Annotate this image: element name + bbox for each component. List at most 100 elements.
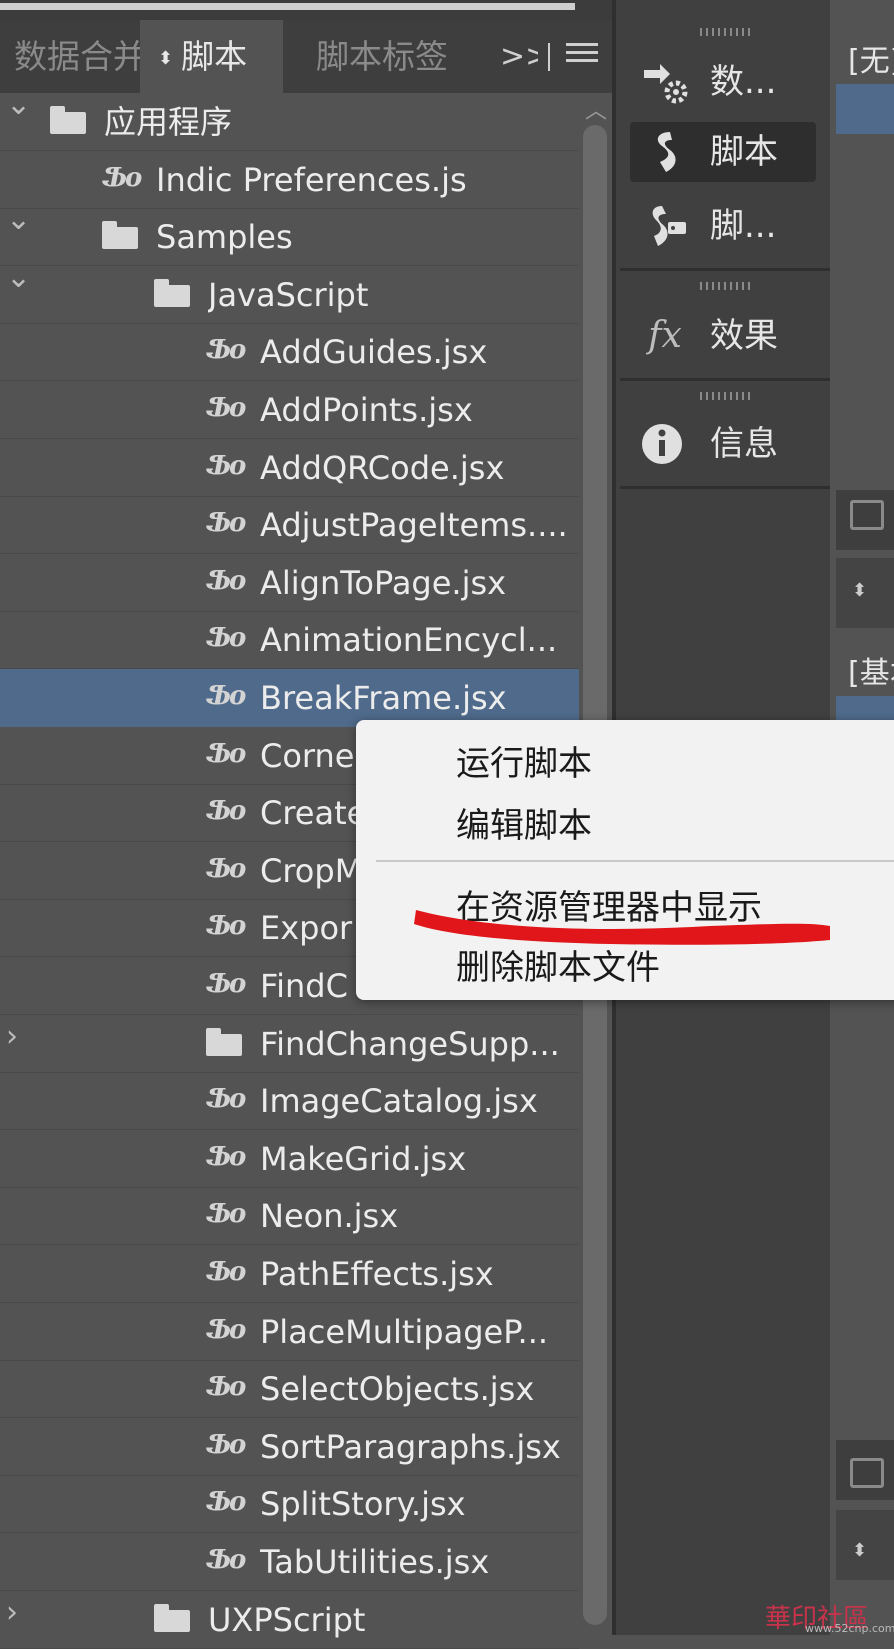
tree-item-label: AddGuides.jsx xyxy=(260,333,488,372)
tree-script-row[interactable]: Ֆo AlignToPage.jsx xyxy=(0,554,579,612)
chevron-down-icon[interactable]: ⌄ xyxy=(6,260,31,295)
chevron-down-icon[interactable]: ⌄ xyxy=(6,87,31,122)
tab-data-merge[interactable]: 数据合并 xyxy=(14,20,140,93)
tree-script-row[interactable]: Ֆo AddQRCode.jsx xyxy=(0,439,579,497)
annotation-underline xyxy=(414,910,830,945)
style-basic[interactable]: [基本 xyxy=(848,648,894,692)
updown-icon[interactable]: ⬍ xyxy=(852,1540,867,1561)
scroll-up-icon[interactable]: ︿ xyxy=(583,93,609,125)
menu-run-script[interactable]: 运行脚本 xyxy=(456,736,592,785)
tree-script-row[interactable]: Ֆo SplitStory.jsx xyxy=(0,1475,579,1534)
dock-grip[interactable] xyxy=(700,282,750,290)
tree-folder-row[interactable]: › FindChangeSupp... xyxy=(0,1015,579,1073)
watermark-url: www.52cnp.com xyxy=(805,1622,894,1635)
more-tabs-button[interactable]: >> xyxy=(500,20,538,93)
new-item-icon[interactable] xyxy=(850,1458,884,1488)
panel-drag-bar[interactable] xyxy=(0,3,575,10)
script-file-icon: Ֆo xyxy=(206,1199,246,1230)
tree-item-label: 应用程序 xyxy=(104,103,233,141)
selected-swatch-row[interactable] xyxy=(836,84,894,134)
tree-item-label: BreakFrame.jsx xyxy=(260,679,507,717)
tree-item-label: PathEffects.jsx xyxy=(260,1255,494,1293)
tree-script-row[interactable]: Ֆo TabUtilities.jsx xyxy=(0,1533,579,1591)
dock-grip[interactable] xyxy=(700,392,750,400)
script-file-icon: Ֆo xyxy=(206,1487,246,1518)
tree-script-row[interactable]: Ֆo MakeGrid.jsx xyxy=(0,1130,579,1188)
tree-script-row[interactable]: Ֆo PathEffects.jsx xyxy=(0,1245,579,1303)
dock-item-data-merge[interactable]: 数... xyxy=(630,52,816,112)
dock-item-script-label[interactable]: 脚... xyxy=(630,196,816,256)
new-item-icon[interactable] xyxy=(850,500,884,530)
updown-icon[interactable]: ⬍ xyxy=(852,580,867,601)
tree-item-label: AnimationEncycl... xyxy=(260,621,558,660)
dock-item-info[interactable]: 信息 xyxy=(630,414,816,474)
tree-script-row[interactable]: Ֆo Neon.jsx xyxy=(0,1187,579,1246)
script-label-icon xyxy=(640,202,690,250)
script-file-icon: Ֆo xyxy=(206,393,246,423)
script-file-icon: Ֆo xyxy=(206,1141,246,1172)
tree-folder-row[interactable]: ⌄ JavaScript xyxy=(0,260,579,324)
panel-menu-icon[interactable] xyxy=(566,38,598,74)
tree-script-row[interactable]: Ֆo SortParagraphs.jsx xyxy=(0,1418,579,1476)
script-file-icon: Ֆo xyxy=(206,738,246,769)
tree-script-row[interactable]: Ֆo AdjustPageItems.... xyxy=(0,496,579,555)
dock-label: 信息 xyxy=(710,424,778,464)
tree-script-row[interactable]: Ֆo ImageCatalog.jsx xyxy=(0,1072,579,1131)
script-file-icon: Ֆo xyxy=(206,1257,246,1287)
tree-item-label: AlignToPage.jsx xyxy=(260,563,507,602)
context-menu: 运行脚本 编辑脚本 在资源管理器中显示 删除脚本文件 xyxy=(356,720,894,1000)
tree-script-row[interactable]: Ֆo AddPoints.jsx xyxy=(0,381,579,439)
tree-script-row[interactable]: Ֆo Indic Preferences.js xyxy=(0,151,579,209)
script-file-icon: Ֆo xyxy=(206,969,246,999)
script-file-icon: Ֆo xyxy=(206,623,246,654)
data-merge-icon xyxy=(640,58,690,106)
dock-label: 效果 xyxy=(710,316,778,356)
script-file-icon: Ֆo xyxy=(206,1429,246,1460)
tab-divider xyxy=(548,43,550,71)
script-file-icon: Ֆo xyxy=(206,565,246,596)
tree-folder-row[interactable]: ⌄ 应用程序 xyxy=(0,87,579,151)
tree-script-row[interactable]: Ֆo SelectObjects.jsx xyxy=(0,1360,579,1419)
tree-item-label: MakeGrid.jsx xyxy=(260,1139,467,1178)
dock-divider xyxy=(620,268,830,271)
dock-item-effects[interactable]: fx 效果 xyxy=(630,306,816,366)
tree-item-label: SelectObjects.jsx xyxy=(260,1370,535,1409)
tree-item-label: PlaceMultipageP... xyxy=(260,1312,549,1351)
fx-icon: fx xyxy=(648,315,682,356)
watermark-logo: 華印社區 www.52cnp.com xyxy=(765,1598,894,1635)
tab-script-label[interactable]: 脚本标签 xyxy=(316,20,446,93)
script-file-icon: Ֆo xyxy=(206,911,246,942)
chevron-right-icon[interactable]: › xyxy=(6,1019,18,1054)
tree-item-label: JavaScript xyxy=(208,275,369,314)
tree-script-row[interactable]: Ֆo AnimationEncycl... xyxy=(0,611,579,670)
chevron-right-icon[interactable]: › xyxy=(6,1595,18,1630)
dock-divider xyxy=(620,486,830,489)
tree-folder-row[interactable]: ⌄ Samples xyxy=(0,202,579,267)
selected-style-row[interactable] xyxy=(836,696,894,722)
updown-icon: ⬍ xyxy=(158,48,174,69)
menu-edit-script[interactable]: 编辑脚本 xyxy=(456,798,592,847)
dock-item-scripts[interactable]: 脚本 xyxy=(630,122,816,182)
script-file-icon: Ֆo xyxy=(206,1545,246,1575)
dock-grip[interactable] xyxy=(700,28,750,36)
info-icon xyxy=(640,420,690,468)
script-file-icon: Ֆo xyxy=(206,853,246,884)
tab-scripts[interactable]: ⬍ 脚本 xyxy=(140,20,283,93)
tree-folder-row[interactable]: › UXPScript xyxy=(0,1591,579,1649)
tree-script-row[interactable]: Ֆo PlaceMultipageP... xyxy=(0,1303,579,1361)
tree-item-label: AdjustPageItems.... xyxy=(260,506,568,545)
tree-item-label: Neon.jsx xyxy=(260,1197,399,1236)
folder-icon xyxy=(154,1603,190,1632)
tree-script-row[interactable]: Ֆo AddGuides.jsx xyxy=(0,323,579,382)
menu-separator xyxy=(376,860,894,862)
swatch-none[interactable]: [无] xyxy=(848,36,894,80)
tree-item-label: UXPScript xyxy=(208,1600,366,1639)
script-file-icon: Ֆo xyxy=(102,162,142,193)
tree-item-label: AddQRCode.jsx xyxy=(260,448,505,487)
folder-icon xyxy=(50,106,86,134)
tree-item-label: TabUtilities.jsx xyxy=(260,1543,490,1581)
dock-divider xyxy=(620,378,830,381)
tree-script-row[interactable]: Ֆo BreakFrame.jsx xyxy=(0,669,579,727)
chevron-down-icon[interactable]: ⌄ xyxy=(6,202,31,237)
script-file-icon: Ֆo xyxy=(206,335,246,366)
